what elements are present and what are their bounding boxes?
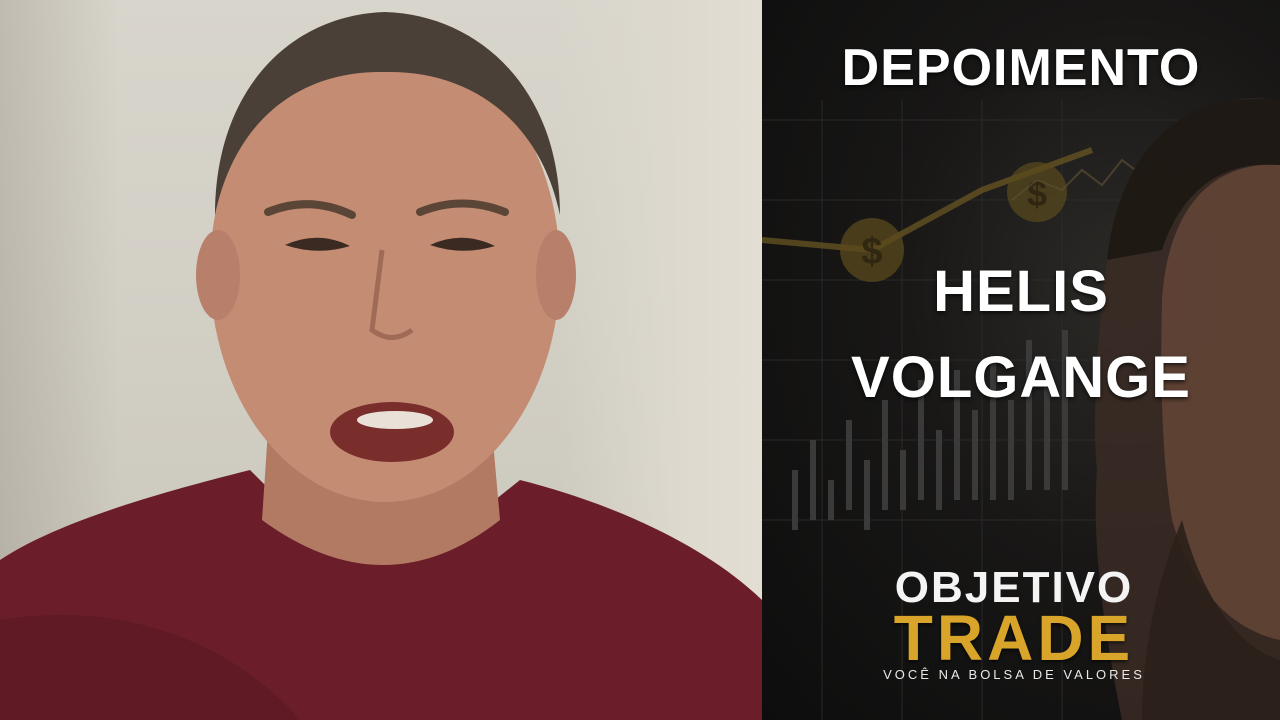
promo-title: DEPOIMENTO <box>841 39 1201 97</box>
speaker-ear-right <box>536 230 576 320</box>
speaker-teeth <box>357 411 433 429</box>
speaker-mouth <box>330 402 454 462</box>
thumbnail-frame: $ $ DEPOIMENTO HELIS VOLGANGE OBJETIVO T… <box>0 0 1280 720</box>
speaker-photo <box>0 12 762 720</box>
logo-word-trade: TRADE <box>893 602 1135 674</box>
objetivo-trade-logo: OBJETIVO TRADE VOCÊ NA BOLSA DE VALORES <box>868 566 1160 686</box>
testimonial-video-frame <box>0 0 762 720</box>
testimonial-name-last: VOLGANGE <box>851 345 1191 410</box>
logo-tagline: VOCÊ NA BOLSA DE VALORES <box>883 667 1145 682</box>
speaker-ear-left <box>196 230 240 320</box>
testimonial-name-first: HELIS <box>933 259 1109 324</box>
